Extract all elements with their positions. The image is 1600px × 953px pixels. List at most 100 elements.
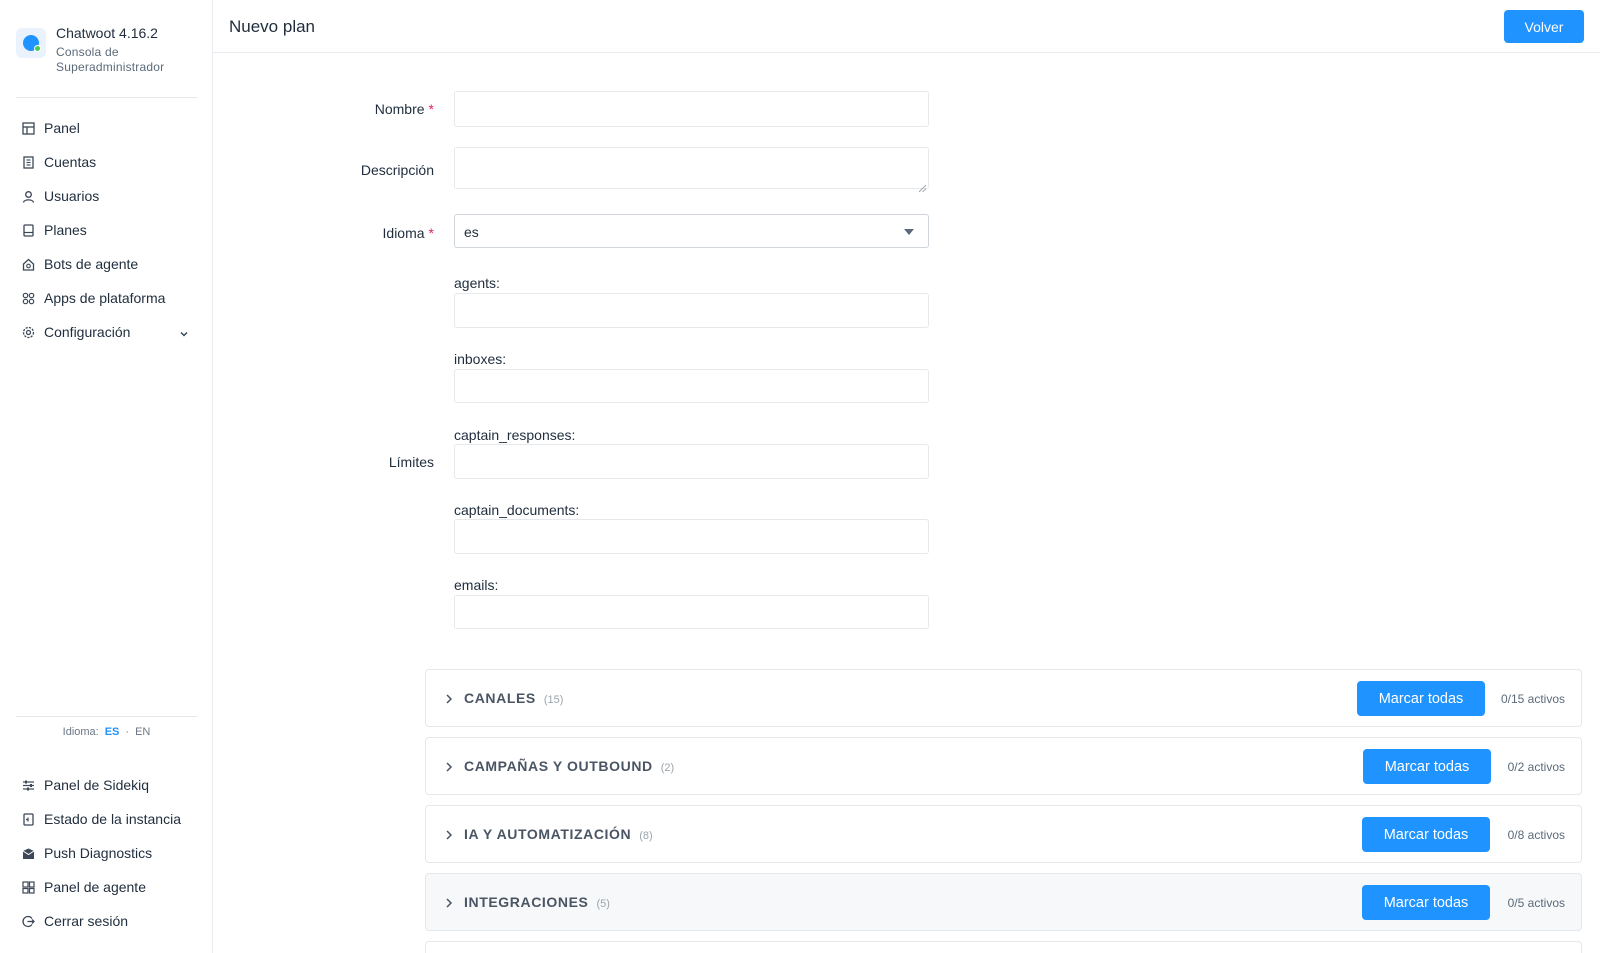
sidebar-item-label: Push Diagnostics	[44, 845, 153, 861]
sidebar-item-panel[interactable]: Panel	[16, 111, 197, 145]
language-option-en[interactable]: EN	[135, 726, 150, 738]
language-label-text: Idioma	[382, 225, 425, 241]
sidebar-item-label: Cuentas	[44, 154, 97, 170]
feature-group-title-text: IA Y AUTOMATIZACIÓN	[464, 826, 632, 842]
sidebar-item-label: Panel	[44, 120, 80, 136]
feature-group-title: INTEGRACIONES (5)	[464, 894, 610, 910]
sidebar-item-label: Apps de plataforma	[44, 290, 166, 306]
sidebar-item-label: Panel de Sidekiq	[44, 777, 150, 793]
feature-group-count: (5)	[596, 898, 610, 910]
sidebar-item-cerrar-sesion[interactable]: Cerrar sesión	[16, 904, 197, 938]
limit-captain-documents-label: captain_documents:	[454, 502, 580, 518]
limit-agents-label: agents:	[454, 275, 500, 291]
description-label: Descripción	[360, 162, 434, 178]
limit-inboxes-input[interactable]	[454, 369, 929, 403]
limit-emails-input[interactable]	[454, 595, 929, 629]
status-icon	[21, 812, 35, 826]
mark-all-button[interactable]: Marcar todas	[1363, 749, 1491, 784]
active-count: 0/5 activos	[1507, 896, 1565, 910]
back-button[interactable]: Volver	[1504, 10, 1584, 43]
language-select[interactable]: es	[454, 214, 929, 248]
gear-icon	[21, 325, 35, 339]
brand-title: Chatwoot 4.16.2	[56, 25, 158, 41]
description-textarea[interactable]	[454, 147, 929, 193]
sidebar-item-label: Planes	[44, 222, 87, 238]
logout-icon	[21, 914, 35, 928]
required-mark: *	[428, 225, 434, 241]
chevron-down-icon[interactable]	[179, 326, 189, 342]
mark-all-button[interactable]: Marcar todas	[1362, 885, 1490, 920]
chevron-right-icon[interactable]	[444, 760, 454, 778]
language-select-value: es	[464, 224, 479, 240]
language-option-es[interactable]: ES	[105, 726, 120, 738]
sidebar-item-label: Panel de agente	[44, 879, 146, 895]
user-icon	[21, 189, 35, 203]
language-label: Idioma *	[383, 225, 434, 241]
brand-subtitle: Consola de Superadministrador	[56, 45, 165, 74]
feature-group-title-text: CAMPAÑAS Y OUTBOUND	[464, 758, 653, 774]
main-nav: Panel Cuentas Usuarios Planes Bots de ag…	[16, 111, 197, 349]
feature-group-ia-y-automatizacion[interactable]: IA Y AUTOMATIZACIÓN (8) Marcar todas 0/8 …	[425, 805, 1582, 863]
required-mark: *	[428, 101, 434, 117]
feature-group-count: (15)	[543, 694, 564, 706]
feature-group-title: CANALES (15)	[464, 690, 563, 706]
feature-group-canales[interactable]: CANALES (15) Marcar todas 0/15 activos	[425, 669, 1582, 727]
language-separator: ·	[125, 726, 130, 738]
limit-captain-documents-input[interactable]	[454, 519, 929, 554]
chevron-right-icon[interactable]	[444, 896, 454, 914]
sliders-icon	[21, 778, 35, 792]
feature-group-title-text: CANALES	[464, 690, 536, 706]
feature-group-next[interactable]	[425, 941, 1582, 953]
resize-handle-icon[interactable]	[918, 179, 927, 193]
page-title: Nuevo plan	[229, 17, 316, 36]
chevron-right-icon[interactable]	[444, 692, 454, 710]
sidebar-item-label: Usuarios	[44, 188, 100, 204]
page-header: Nuevo plan Volver	[213, 0, 1600, 53]
limit-inboxes-label: inboxes:	[454, 351, 507, 367]
feature-group-integraciones[interactable]: INTEGRACIONES (5) Marcar todas 0/5 activo…	[425, 873, 1582, 931]
language-switcher: Idioma: ES · EN	[16, 726, 197, 738]
feature-group-count: (8)	[639, 830, 653, 842]
sidebar-item-label: Configuración	[44, 324, 131, 340]
sidebar-item-usuarios[interactable]: Usuarios	[16, 179, 197, 213]
name-input[interactable]	[454, 91, 929, 127]
sidebar: Chatwoot 4.16.2 Consola de Superadminist…	[0, 0, 213, 953]
sidebar-item-planes[interactable]: Planes	[16, 213, 197, 247]
limit-captain-responses-input[interactable]	[454, 444, 929, 479]
sidebar-item-panel-de-sidekiq[interactable]: Panel de Sidekiq	[16, 768, 197, 802]
chatwoot-logo-icon	[16, 28, 46, 58]
chevron-right-icon[interactable]	[444, 828, 454, 846]
sidebar-item-label: Estado de la instancia	[44, 811, 181, 827]
feature-group-title-text: INTEGRACIONES	[464, 894, 589, 910]
building-icon	[21, 155, 35, 169]
language-label: Idioma:	[62, 726, 99, 738]
sidebar-item-cuentas[interactable]: Cuentas	[16, 145, 197, 179]
brand: Chatwoot 4.16.2 Consola de Superadminist…	[16, 24, 174, 75]
bottom-nav: Panel de Sidekiq Estado de la instancia …	[16, 768, 197, 938]
apps-icon	[21, 291, 35, 305]
sidebar-item-bots-de-agente[interactable]: Bots de agente	[16, 247, 197, 281]
receipt-icon	[21, 223, 35, 237]
mark-all-button[interactable]: Marcar todas	[1357, 681, 1485, 716]
feature-group-campanas-y-outbound[interactable]: CAMPAÑAS Y OUTBOUND (2) Marcar todas 0/2 …	[425, 737, 1582, 795]
sidebar-item-label: Cerrar sesión	[44, 913, 129, 929]
feature-group-title: IA Y AUTOMATIZACIÓN (8)	[464, 826, 653, 842]
limit-captain-responses-label: captain_responses:	[454, 427, 576, 443]
name-label: Nombre *	[375, 101, 434, 117]
active-count: 0/15 activos	[1500, 692, 1565, 706]
sidebar-item-push-diagnostics[interactable]: Push Diagnostics	[16, 836, 197, 870]
sidebar-divider	[16, 716, 197, 717]
sidebar-divider	[16, 97, 197, 98]
grid-icon	[21, 121, 35, 135]
mark-all-button[interactable]: Marcar todas	[1362, 817, 1490, 852]
sidebar-item-configuracion[interactable]: Configuración	[16, 315, 197, 349]
sidebar-item-estado-de-la-instancia[interactable]: Estado de la instancia	[16, 802, 197, 836]
active-count: 0/2 activos	[1507, 760, 1565, 774]
limit-agents-input[interactable]	[454, 293, 929, 328]
limits-label: Límites	[388, 454, 434, 470]
sidebar-item-apps-de-plataforma[interactable]: Apps de plataforma	[16, 281, 197, 315]
feature-group-title: CAMPAÑAS Y OUTBOUND (2)	[464, 758, 674, 774]
dashboard-icon	[21, 880, 35, 894]
limit-emails-label: emails:	[454, 577, 499, 593]
sidebar-item-panel-de-agente[interactable]: Panel de agente	[16, 870, 197, 904]
